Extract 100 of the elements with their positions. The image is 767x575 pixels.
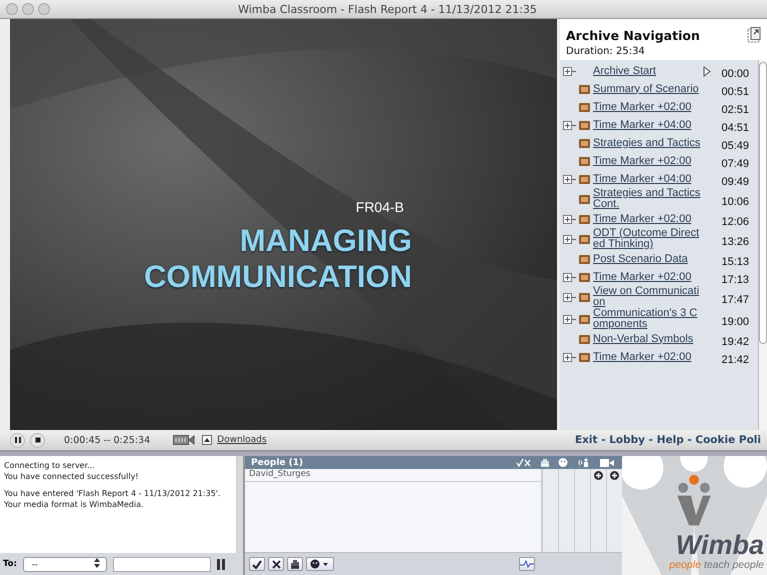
chat-message: Your media format is WimbaMedia. [4,499,145,510]
to-label: To: [3,559,17,569]
link-separator: - [648,434,654,446]
raise-hand-button[interactable] [287,557,303,571]
chapter-time: 00:51 [720,84,749,98]
duration-label: Duration: 25:34 [565,45,646,59]
slide-icon [579,102,590,112]
chapter-link[interactable]: Summary of Scenario [593,84,701,94]
expand-icon[interactable] [563,234,577,244]
scrollbar[interactable] [758,60,767,430]
expand-icon[interactable] [563,66,577,76]
add-icon[interactable] [594,471,603,480]
pulse-icon [520,560,534,568]
cross-icon [272,560,280,568]
expand-icon[interactable] [563,272,577,282]
chapter-time: 04:51 [720,120,749,134]
chapter-time: 15:13 [720,254,749,268]
stop-icon [34,436,42,444]
pause-icon[interactable] [216,558,225,570]
chapter-time: 07:49 [720,156,749,170]
expand-icon[interactable] [563,352,577,362]
chapter-time: 09:49 [720,174,749,188]
slide-icon [579,314,590,324]
chapter-time: 21:42 [720,352,749,366]
chapter-time: 05:49 [720,138,749,152]
download-icon[interactable] [202,435,212,445]
slide-icon [579,334,590,344]
link-separator: - [686,434,693,446]
chat-message: Connecting to server... [4,460,96,471]
emoticon-menu-button[interactable] [306,557,334,571]
chapter-link[interactable]: Communication's 3 Components [593,308,701,330]
slide-icon [579,254,590,264]
expand-icon[interactable] [563,120,577,130]
chapter-link[interactable]: Strategies and Tactics [593,138,701,148]
pause-button[interactable] [10,432,25,448]
expand-icon[interactable] [563,174,577,184]
stepper-icon [94,558,100,568]
slide-icon [579,352,590,362]
add-icon[interactable] [610,471,619,480]
slide-icon [579,194,590,204]
slide-icon [579,156,590,166]
slide-code: FR04-B [356,199,404,215]
expand-icon[interactable] [563,214,577,224]
pause-icon [14,436,22,444]
chapter-link[interactable]: Strategies and Tactics Cont. [593,188,701,210]
chapter-link[interactable]: Time Marker +04:00 [593,120,701,130]
smiley-caret-icon [310,559,330,569]
slide-icon [579,292,590,302]
link-separator: - [600,434,607,446]
hand-icon [290,559,300,569]
chat-message: You have connected successfully! [4,471,140,482]
chapter-time: 17:13 [720,272,749,286]
menu-link[interactable]: Lobby [609,434,646,446]
menu-link[interactable]: Cookie Poli [695,434,761,446]
check-icon [252,560,262,568]
check-button[interactable] [249,557,265,571]
brand-name: Wimba [676,531,764,559]
chapter-link[interactable]: Time Marker +02:00 [593,102,701,112]
slide-icon [579,120,590,130]
slide-icon [579,138,590,148]
slide-heading: MANAGING [240,223,412,259]
chapter-link[interactable]: View on Communication [593,286,701,308]
tagline: people teach people [669,559,764,571]
message-field[interactable] [112,556,211,572]
chapter-link[interactable]: Post Scenario Data [593,254,701,264]
slide-heading: COMMUNICATION [144,259,412,295]
audio-wizard-button[interactable] [519,557,535,571]
downloads-link[interactable]: Downloads [217,435,267,445]
expand-icon[interactable] [563,314,577,324]
menu-link[interactable]: Exit [574,434,598,446]
menu-link[interactable]: Help [656,434,684,446]
chapter-link[interactable]: Time Marker +02:00 [593,352,701,362]
panel-title: Archive Navigation [566,28,700,42]
chapter-link[interactable]: Time Marker +02:00 [593,272,701,282]
slide-icon [579,84,590,94]
chapter-link[interactable]: ODT (Outcome Directed Thinking) [593,228,701,250]
chapter-time: 10:06 [720,194,749,208]
chapter-link[interactable]: Time Marker +04:00 [593,174,701,184]
chat-message: You have entered 'Flash Report 4 - 11/13/2012 21:35'. [4,488,222,499]
stop-button[interactable] [30,432,45,448]
chapter-link[interactable]: Non-Verbal Symbols [593,334,701,344]
slide-icon [579,272,590,282]
chapter-link[interactable]: Archive Start [593,66,701,76]
chapter-time: 19:42 [720,334,749,348]
cross-button[interactable] [268,557,284,571]
panel-title: People (1) [251,458,304,468]
slide-icon [579,234,590,244]
window-title: Wimba Classroom - Flash Report 4 - 11/13/2012 21:35 [237,2,538,16]
chapter-time: 17:47 [720,292,749,306]
expand-icon[interactable] [563,292,577,302]
popout-icon[interactable] [747,27,761,43]
chapter-time: 02:51 [720,102,749,116]
participant-name[interactable]: David_Sturges [249,469,310,479]
recipient-dropdown[interactable]: -- [22,556,107,572]
chapter-time: 12:06 [720,214,749,228]
chapter-link[interactable]: Time Marker +02:00 [593,156,701,166]
chapter-link[interactable]: Time Marker +02:00 [593,214,701,224]
slide-icon [579,174,590,184]
slide-icon [579,214,590,224]
video-camera-icon[interactable] [173,434,196,446]
